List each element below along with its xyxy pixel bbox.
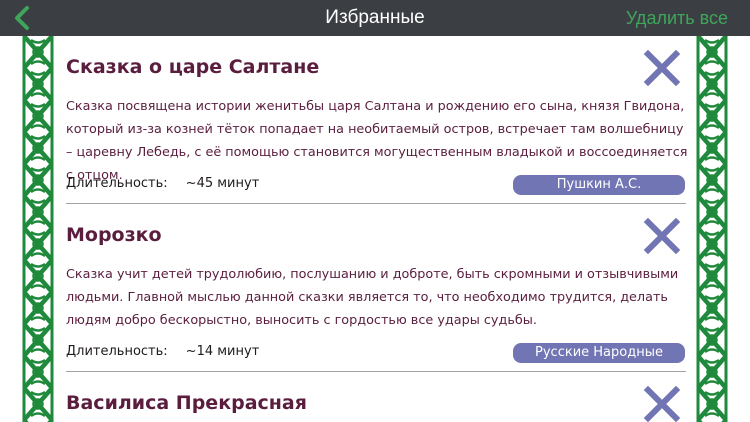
close-icon[interactable]	[644, 50, 680, 86]
duration-value: ~45 минут	[185, 176, 260, 191]
favorite-card: Морозко Сказка учит детей трудолюбию, по…	[54, 204, 696, 374]
close-icon[interactable]	[644, 386, 680, 422]
duration-label: Длительность:	[66, 344, 168, 359]
left-ornament-border	[22, 36, 54, 422]
favorite-card: Сказка о царе Салтане Сказка посвящена и…	[54, 36, 696, 206]
card-description: Сказка учит детей трудолюбию, послушанию…	[66, 267, 679, 328]
card-description: Сказка посвящена истории женитьбы царя С…	[66, 99, 688, 183]
right-ornament-border	[696, 36, 728, 422]
navigation-bar: Избранные Удалить все	[0, 0, 750, 36]
duration-row: Длительность: ~14 минут	[66, 344, 259, 359]
card-title[interactable]: Морозко	[66, 224, 162, 246]
duration-row: Длительность: ~45 минут	[66, 176, 259, 191]
author-badge[interactable]: Русские Народные	[513, 343, 685, 363]
celtic-knot-pattern	[22, 36, 54, 422]
favorite-card: Василиса Прекрасная	[54, 372, 696, 422]
favorites-list: Сказка о царе Салтане Сказка посвящена и…	[54, 36, 696, 422]
author-badge[interactable]: Пушкин А.С.	[513, 175, 685, 195]
delete-all-button[interactable]: Удалить все	[626, 0, 728, 36]
close-icon[interactable]	[644, 218, 680, 254]
card-title[interactable]: Сказка о царе Салтане	[66, 56, 319, 78]
celtic-knot-pattern	[696, 36, 728, 422]
duration-value: ~14 минут	[185, 344, 260, 359]
card-title[interactable]: Василиса Прекрасная	[66, 392, 307, 414]
duration-label: Длительность:	[66, 176, 168, 191]
